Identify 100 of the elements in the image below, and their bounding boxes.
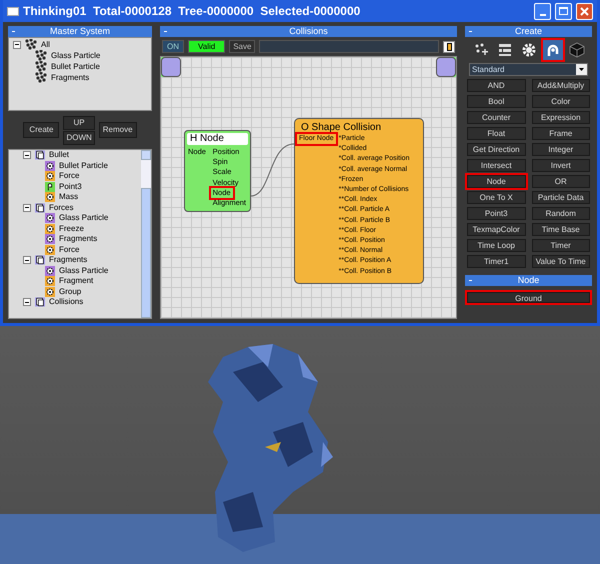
window-title: Thinking01 Total-0000128 Tree-0000000 Selected-0000000 [23, 3, 362, 20]
gear-icon [45, 224, 55, 234]
operator-button[interactable]: Expression [532, 111, 590, 124]
tree-item[interactable]: Bullet [49, 150, 70, 160]
on-button[interactable]: ON [162, 40, 184, 53]
particles-icon [35, 72, 47, 83]
minimize-icon [540, 14, 546, 16]
particles-add-icon [472, 42, 488, 58]
collapse-icon[interactable] [13, 40, 21, 48]
connection-wire [251, 142, 295, 198]
collapse-icon[interactable] [23, 298, 31, 306]
tree-item[interactable]: Glass Particle [59, 266, 108, 276]
window-icon [7, 6, 19, 16]
panel-icon [443, 40, 455, 52]
operator-button[interactable]: Counter [467, 111, 526, 124]
up-button[interactable]: UP [63, 116, 95, 130]
event-icon [35, 255, 45, 266]
name-field[interactable] [259, 40, 439, 53]
tree-item[interactable]: Fragments [49, 255, 88, 266]
event-icon [35, 297, 45, 308]
operator-button[interactable]: AND [467, 79, 526, 92]
tool-button[interactable] [566, 40, 586, 60]
gear-icon [45, 276, 55, 286]
operator-button[interactable]: Float [467, 127, 526, 140]
tree-item[interactable]: Point3 [59, 182, 82, 192]
operator-button[interactable]: Add&Multiply [532, 79, 590, 92]
operator-button[interactable]: Node [467, 175, 526, 188]
tool-button[interactable] [542, 40, 562, 60]
operator-button[interactable]: Timer1 [467, 255, 526, 268]
tree-item[interactable]: Fragments [51, 72, 90, 83]
tree-item[interactable]: Glass Particle [59, 213, 108, 224]
remove-button[interactable]: Remove [98, 122, 137, 138]
create-button[interactable]: Create [23, 122, 60, 138]
operator-button[interactable]: Color [532, 95, 590, 108]
gear-icon [45, 244, 55, 255]
operator-button[interactable]: Random [532, 207, 590, 220]
point-icon [45, 182, 55, 192]
close-button[interactable] [576, 2, 593, 20]
tree-item[interactable]: Collisions [49, 297, 84, 308]
collapse-icon[interactable] [23, 151, 31, 160]
event-icon [35, 150, 45, 160]
valid-button[interactable]: Valid [188, 40, 226, 53]
operator-button[interactable]: Intersect [467, 159, 526, 172]
particles-icon [25, 39, 37, 50]
category-dropdown[interactable]: Standard [469, 63, 588, 76]
save-button[interactable]: Save [229, 40, 256, 53]
tree-item[interactable]: Force [59, 171, 80, 182]
collapse-icon[interactable] [23, 256, 31, 264]
operator-button[interactable]: Bool [467, 95, 526, 108]
maximize-button[interactable] [555, 2, 572, 20]
operator-button[interactable]: Invert [532, 159, 590, 172]
operator-button[interactable]: Get Direction [467, 143, 526, 156]
particles-icon [35, 50, 47, 61]
tree-item[interactable]: Forces [49, 202, 74, 213]
operator-button[interactable]: Integer [532, 143, 590, 156]
operator-button[interactable]: Frame [532, 127, 590, 140]
down-button[interactable]: DOWN [63, 130, 95, 144]
scroll-thumb[interactable] [141, 188, 151, 318]
list-icon [496, 42, 512, 58]
operator-button[interactable]: Value To Time [532, 255, 590, 268]
tree-item[interactable]: Bullet Particle [59, 160, 108, 171]
output-port-node [436, 57, 456, 77]
tree-item[interactable]: Fragments [59, 234, 98, 244]
maximize-icon [559, 7, 568, 15]
panel-header: Node [465, 275, 592, 286]
operator-button[interactable]: Particle Data [532, 191, 590, 204]
tree-item[interactable]: Glass Particle [51, 50, 100, 61]
cube-icon [568, 42, 584, 58]
minimize-button[interactable] [534, 2, 551, 20]
node-title: O Shape Collision [300, 121, 382, 134]
gear-icon [45, 234, 55, 244]
node-title: H Node [187, 133, 248, 145]
tree-item[interactable]: Group [59, 286, 82, 297]
gear-icon [520, 42, 536, 58]
particles-icon [35, 61, 47, 72]
operator-button[interactable]: Time Loop [467, 239, 526, 252]
object-button[interactable]: Ground [467, 292, 590, 303]
gear-icon [45, 213, 55, 224]
operator-button[interactable]: TexmapColor [467, 223, 526, 236]
panel-header: Master System [8, 26, 152, 37]
close-icon [580, 6, 589, 16]
operator-button[interactable]: Time Base [532, 223, 590, 236]
gear-icon [45, 286, 55, 297]
tree-item[interactable]: Bullet Particle [51, 61, 100, 72]
panel-header: Collisions [160, 26, 457, 37]
input-port-node [161, 57, 181, 77]
gear-icon [45, 266, 55, 276]
operator-button[interactable]: OR [532, 175, 590, 188]
tree-item[interactable]: Fragment [59, 276, 94, 286]
event-icon [35, 202, 45, 213]
collapse-icon[interactable] [23, 204, 31, 212]
tree-item[interactable]: All [41, 39, 50, 50]
operator-button[interactable]: Timer [532, 239, 590, 252]
panel-header: Create [465, 26, 592, 37]
tree-item[interactable]: Mass [59, 192, 78, 202]
operator-button[interactable]: Point3 [467, 207, 526, 220]
gear-icon [45, 160, 55, 171]
tree-item[interactable]: Freeze [59, 224, 84, 234]
operator-button[interactable]: One To X [467, 191, 526, 204]
tree-item[interactable]: Force [59, 244, 80, 255]
